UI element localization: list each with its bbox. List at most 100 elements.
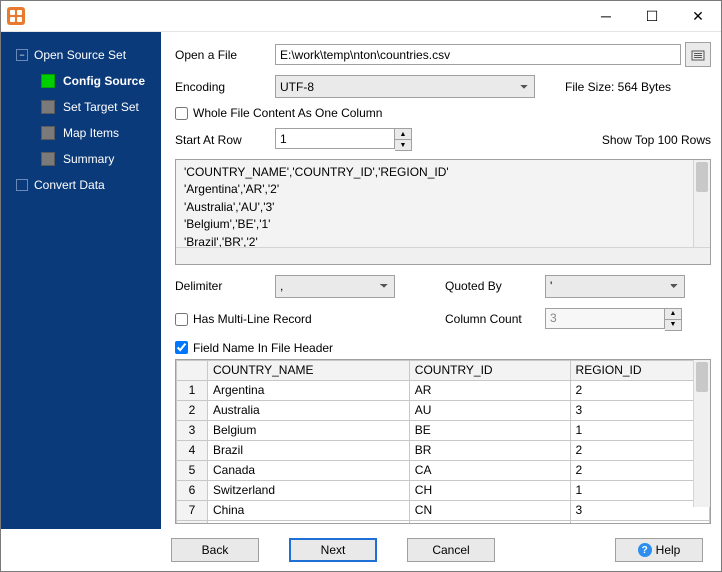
table-row[interactable]: 1ArgentinaAR2 bbox=[177, 380, 710, 400]
tree-leaf-icon bbox=[16, 179, 28, 191]
data-table-container[interactable]: COUNTRY_NAMECOUNTRY_IDREGION_ID 1Argenti… bbox=[175, 359, 711, 524]
open-file-label: Open a File bbox=[175, 48, 275, 62]
next-button[interactable]: Next bbox=[289, 538, 377, 562]
titlebar: ─ ☐ ✕ bbox=[1, 1, 721, 32]
table-cell[interactable]: Argentina bbox=[208, 380, 410, 400]
table-cell[interactable]: 3 bbox=[570, 500, 709, 520]
whole-file-label: Whole File Content As One Column bbox=[193, 106, 382, 120]
table-cell[interactable]: DE bbox=[409, 520, 570, 524]
table-cell[interactable]: AU bbox=[409, 400, 570, 420]
row-number: 6 bbox=[177, 480, 208, 500]
step-convert-data[interactable]: Convert Data bbox=[1, 172, 161, 198]
step-marker-icon bbox=[41, 126, 55, 140]
wizard-window: ─ ☐ ✕ − Open Source Set Config Source Se… bbox=[0, 0, 722, 572]
stepper-down-icon: ▼ bbox=[665, 320, 681, 330]
table-cell[interactable]: Switzerland bbox=[208, 480, 410, 500]
table-header[interactable]: REGION_ID bbox=[570, 360, 709, 380]
row-number: 3 bbox=[177, 420, 208, 440]
stepper-up-icon: ▲ bbox=[665, 309, 681, 320]
window-controls: ─ ☐ ✕ bbox=[583, 1, 721, 31]
row-number: 8 bbox=[177, 520, 208, 524]
preview-scrollbar-h[interactable] bbox=[176, 247, 710, 264]
preview-scrollbar-v[interactable] bbox=[693, 160, 710, 248]
step-set-target-set[interactable]: Set Target Set bbox=[1, 94, 161, 120]
table-cell[interactable]: Belgium bbox=[208, 420, 410, 440]
colcount-input bbox=[545, 308, 665, 329]
table-header[interactable]: COUNTRY_ID bbox=[409, 360, 570, 380]
back-button[interactable]: Back bbox=[171, 538, 259, 562]
multiline-label: Has Multi-Line Record bbox=[193, 312, 312, 326]
start-row-stepper[interactable]: ▲▼ bbox=[275, 128, 412, 151]
file-preview[interactable]: 'COUNTRY_NAME','COUNTRY_ID','REGION_ID''… bbox=[175, 159, 711, 265]
show-top-label: Show Top 100 Rows bbox=[602, 133, 711, 147]
row-number: 2 bbox=[177, 400, 208, 420]
table-cell[interactable]: Canada bbox=[208, 460, 410, 480]
table-cell[interactable]: 1 bbox=[570, 520, 709, 524]
minimize-button[interactable]: ─ bbox=[583, 1, 629, 31]
table-corner bbox=[177, 360, 208, 380]
file-size-label: File Size: 564 Bytes bbox=[565, 80, 671, 94]
fieldname-checkbox[interactable] bbox=[175, 341, 188, 354]
help-icon: ? bbox=[638, 543, 652, 557]
app-icon bbox=[7, 7, 25, 25]
table-row[interactable]: 8GermanyDE1 bbox=[177, 520, 710, 524]
whole-file-checkbox[interactable] bbox=[175, 107, 188, 120]
table-cell[interactable]: CN bbox=[409, 500, 570, 520]
start-row-input[interactable] bbox=[275, 128, 395, 149]
preview-line: 'Argentina','AR','2' bbox=[184, 181, 702, 198]
step-map-items[interactable]: Map Items bbox=[1, 120, 161, 146]
close-button[interactable]: ✕ bbox=[675, 1, 721, 31]
start-row-label: Start At Row bbox=[175, 133, 275, 147]
table-cell[interactable]: 2 bbox=[570, 460, 709, 480]
row-number: 5 bbox=[177, 460, 208, 480]
delimiter-select[interactable]: , bbox=[275, 275, 395, 298]
row-number: 7 bbox=[177, 500, 208, 520]
table-cell[interactable]: CH bbox=[409, 480, 570, 500]
table-cell[interactable]: 2 bbox=[570, 440, 709, 460]
stepper-up-icon[interactable]: ▲ bbox=[395, 129, 411, 140]
table-cell[interactable]: AR bbox=[409, 380, 570, 400]
step-config-source[interactable]: Config Source bbox=[1, 68, 161, 94]
table-cell[interactable]: China bbox=[208, 500, 410, 520]
table-row[interactable]: 3BelgiumBE1 bbox=[177, 420, 710, 440]
table-cell[interactable]: Germany bbox=[208, 520, 410, 524]
table-scrollbar-v[interactable] bbox=[693, 360, 710, 507]
encoding-label: Encoding bbox=[175, 80, 275, 94]
step-open-source-set[interactable]: − Open Source Set bbox=[1, 42, 161, 68]
table-row[interactable]: 7ChinaCN3 bbox=[177, 500, 710, 520]
browse-file-button[interactable] bbox=[685, 42, 711, 67]
table-row[interactable]: 2AustraliaAU3 bbox=[177, 400, 710, 420]
stepper-down-icon[interactable]: ▼ bbox=[395, 140, 411, 150]
help-button[interactable]: ? Help bbox=[615, 538, 703, 562]
table-cell[interactable]: Australia bbox=[208, 400, 410, 420]
table-cell[interactable]: BR bbox=[409, 440, 570, 460]
row-number: 4 bbox=[177, 440, 208, 460]
table-cell[interactable]: 3 bbox=[570, 400, 709, 420]
table-cell[interactable]: CA bbox=[409, 460, 570, 480]
table-cell[interactable]: Brazil bbox=[208, 440, 410, 460]
table-cell[interactable]: 1 bbox=[570, 480, 709, 500]
open-file-input[interactable] bbox=[275, 44, 681, 65]
preview-line: 'Belgium','BE','1' bbox=[184, 216, 702, 233]
table-row[interactable]: 4BrazilBR2 bbox=[177, 440, 710, 460]
multiline-checkbox[interactable] bbox=[175, 313, 188, 326]
fieldname-label: Field Name In File Header bbox=[193, 341, 333, 355]
step-marker-icon bbox=[41, 152, 55, 166]
table-cell[interactable]: 2 bbox=[570, 380, 709, 400]
wizard-footer: Back Next Cancel ? Help bbox=[1, 529, 721, 571]
step-marker-icon bbox=[41, 74, 55, 88]
preview-line: 'COUNTRY_NAME','COUNTRY_ID','REGION_ID' bbox=[184, 164, 702, 181]
table-row[interactable]: 5CanadaCA2 bbox=[177, 460, 710, 480]
encoding-select[interactable]: UTF-8 bbox=[275, 75, 535, 98]
table-cell[interactable]: BE bbox=[409, 420, 570, 440]
cancel-button[interactable]: Cancel bbox=[407, 538, 495, 562]
colcount-label: Column Count bbox=[445, 312, 545, 326]
step-summary[interactable]: Summary bbox=[1, 146, 161, 172]
delimiter-label: Delimiter bbox=[175, 279, 275, 293]
table-cell[interactable]: 1 bbox=[570, 420, 709, 440]
maximize-button[interactable]: ☐ bbox=[629, 1, 675, 31]
quoted-select[interactable]: ' bbox=[545, 275, 685, 298]
table-header[interactable]: COUNTRY_NAME bbox=[208, 360, 410, 380]
table-row[interactable]: 6SwitzerlandCH1 bbox=[177, 480, 710, 500]
data-table: COUNTRY_NAMECOUNTRY_IDREGION_ID 1Argenti… bbox=[176, 360, 710, 524]
